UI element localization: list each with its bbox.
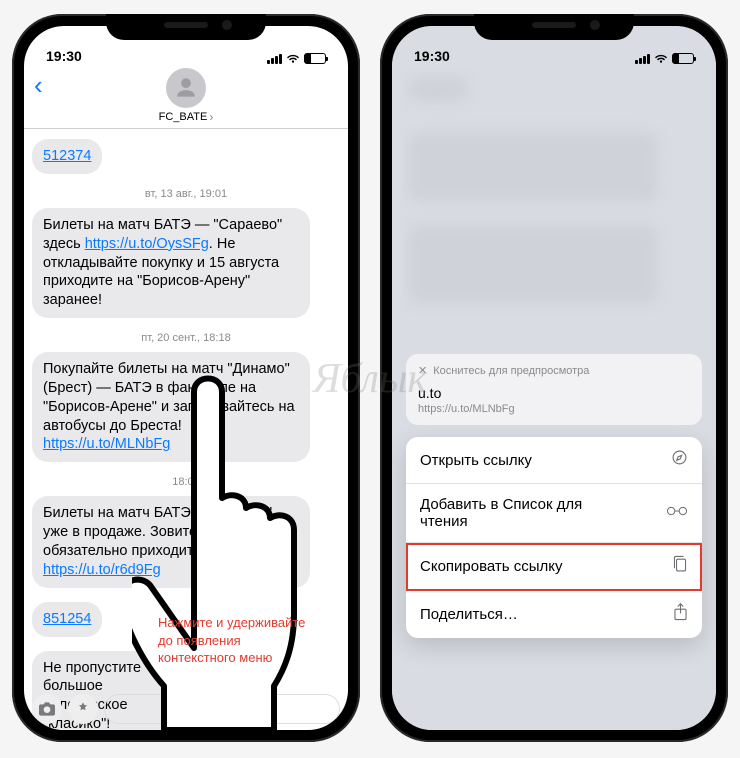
battery-icon — [304, 53, 326, 64]
status-time: 19:30 — [46, 48, 82, 64]
contact-name-label: FC_BATE — [159, 111, 208, 123]
notch — [106, 14, 266, 40]
compass-icon — [671, 449, 688, 471]
timestamp: вт, 13 авг., 19:01 — [32, 188, 340, 200]
menu-item-label: Добавить в Список для чтения — [420, 496, 630, 530]
contact-name[interactable]: FC_BATE › — [159, 110, 214, 124]
share-icon — [673, 603, 688, 626]
message-text: Покупайте билеты на матч "Динамо" (Брест… — [43, 361, 295, 434]
copy-icon — [672, 555, 688, 578]
cellular-icon — [267, 54, 282, 64]
menu-reading-list[interactable]: Добавить в Список для чтения — [406, 484, 702, 543]
compose-bar — [32, 694, 340, 724]
preview-title: u.to — [418, 385, 690, 401]
appstore-button[interactable] — [68, 694, 98, 724]
back-button[interactable]: ‹ — [34, 72, 43, 98]
contact-avatar[interactable] — [166, 68, 206, 108]
link-preview-card[interactable]: ✕ Коснитесь для предпросмотра u.to https… — [406, 354, 702, 425]
notch — [474, 14, 634, 40]
preview-hint: ✕ Коснитесь для предпросмотра — [418, 364, 690, 377]
phone-right: 19:30 ✕ Коснитесь для предпросмотра u.to… — [380, 14, 728, 742]
message-bubble[interactable]: Билеты на матч БАТЭ — "Сараево" здесь ht… — [32, 208, 310, 318]
menu-copy-link[interactable]: Скопировать ссылку — [406, 543, 702, 591]
message-input[interactable] — [104, 694, 340, 724]
glasses-icon — [666, 504, 688, 522]
message-bubble[interactable]: 512374 — [32, 139, 102, 174]
screen-left: 19:30 ‹ FC_BATE › 512374 вт — [24, 26, 348, 730]
close-icon[interactable]: ✕ — [418, 364, 427, 377]
battery-icon — [672, 53, 694, 64]
wifi-icon — [654, 54, 668, 64]
message-bubble[interactable]: 851254 — [32, 602, 102, 637]
preview-url: https://u.to/MLNbFg — [418, 403, 690, 415]
message-bubble[interactable]: Билеты на матч БАТЭ — "Гомель" уже в про… — [32, 496, 310, 587]
timestamp: 18:01 — [32, 476, 340, 488]
message-text: Билеты на матч БАТЭ — "Гомель" уже в про… — [43, 505, 272, 559]
message-link[interactable]: 512374 — [43, 148, 91, 164]
menu-share[interactable]: Поделиться… — [406, 591, 702, 638]
message-link[interactable]: https://u.to/MLNbFg — [43, 436, 170, 452]
status-right — [635, 53, 694, 64]
menu-item-label: Поделиться… — [420, 606, 518, 623]
preview-hint-label: Коснитесь для предпросмотра — [433, 365, 589, 377]
menu-item-label: Открыть ссылку — [420, 452, 532, 469]
wifi-icon — [286, 54, 300, 64]
message-bubble[interactable]: Покупайте билеты на матч "Динамо" (Брест… — [32, 352, 310, 462]
status-time: 19:30 — [414, 48, 450, 64]
status-right — [267, 53, 326, 64]
phone-left: 19:30 ‹ FC_BATE › 512374 вт — [12, 14, 360, 742]
menu-open-link[interactable]: Открыть ссылку — [406, 437, 702, 484]
conversation[interactable]: 512374 вт, 13 авг., 19:01 Билеты на матч… — [24, 129, 348, 730]
cellular-icon — [635, 54, 650, 64]
context-menu-wrap: ✕ Коснитесь для предпросмотра u.to https… — [406, 354, 702, 638]
message-link[interactable]: 851254 — [43, 611, 91, 627]
timestamp: пт, 20 сент., 18:18 — [32, 332, 340, 344]
chevron-right-icon: › — [209, 110, 213, 124]
menu-item-label: Скопировать ссылку — [420, 558, 563, 575]
nav-header: ‹ FC_BATE › — [24, 66, 348, 129]
message-link[interactable]: https://u.to/r6d9Fg — [43, 562, 161, 578]
message-link[interactable]: https://u.to/OysSFg — [85, 236, 209, 252]
camera-button[interactable] — [32, 694, 62, 724]
screen-right: 19:30 ✕ Коснитесь для предпросмотра u.to… — [392, 26, 716, 730]
context-menu: Открыть ссылку Добавить в Список для чте… — [406, 437, 702, 638]
